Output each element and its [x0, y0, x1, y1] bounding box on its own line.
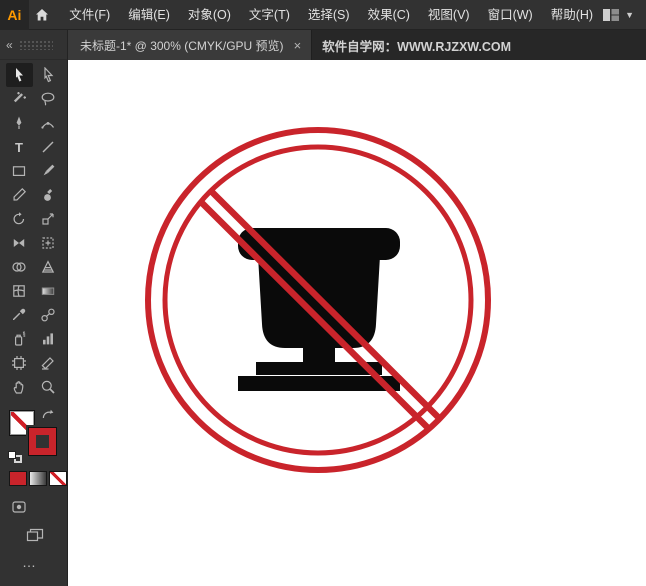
drawing-mode-button[interactable] — [9, 498, 29, 516]
fill-stroke-control — [8, 409, 59, 463]
rectangle-tool[interactable] — [6, 159, 33, 183]
paintbrush-tool[interactable] — [35, 159, 62, 183]
gradient-tool[interactable] — [35, 279, 62, 303]
rotate-tool[interactable] — [6, 207, 33, 231]
menu-effect[interactable]: 效果(C) — [359, 0, 419, 30]
column-graph-tool[interactable] — [35, 327, 62, 351]
home-icon — [34, 7, 50, 23]
menu-type[interactable]: 文字(T) — [240, 0, 299, 30]
eyedropper-tool[interactable] — [6, 303, 33, 327]
menu-select[interactable]: 选择(S) — [299, 0, 359, 30]
document-tab-bar: 未标题-1* @ 300% (CMYK/GPU 预览) × 软件自学网：WWW.… — [68, 30, 646, 60]
artwork-prohibition-sign — [68, 60, 646, 586]
pen-tool[interactable] — [6, 111, 33, 135]
workspace-layout-icon — [602, 8, 620, 22]
overlapping-windows-icon — [26, 528, 44, 542]
default-fill-stroke-icon[interactable] — [8, 451, 22, 463]
home-button[interactable] — [29, 0, 54, 30]
draw-normal-icon — [11, 500, 27, 514]
symbol-sprayer-tool[interactable] — [6, 327, 33, 351]
document-area: 未标题-1* @ 300% (CMYK/GPU 预览) × 软件自学网：WWW.… — [68, 30, 646, 586]
direct-selection-tool[interactable] — [35, 63, 62, 87]
mesh-tool[interactable] — [6, 279, 33, 303]
collapse-panel-button[interactable]: « — [6, 38, 13, 52]
default-fill-mini — [8, 451, 16, 459]
main-area: « — [0, 30, 646, 586]
scale-tool[interactable] — [35, 207, 62, 231]
none-button[interactable] — [49, 471, 67, 486]
menu-object[interactable]: 对象(O) — [179, 0, 240, 30]
lasso-tool[interactable] — [35, 87, 62, 111]
menu-bar: Ai 文件(F) 编辑(E) 对象(O) 文字(T) 选择(S) 效果(C) 视… — [0, 0, 646, 30]
color-mode-buttons — [9, 471, 67, 486]
tools-grid: T — [0, 60, 67, 399]
gradient-button[interactable] — [29, 471, 47, 486]
watermark-text: 软件自学网：WWW.RJZXW.COM — [312, 30, 511, 60]
zoom-tool[interactable] — [35, 375, 62, 399]
curvature-tool[interactable] — [35, 111, 62, 135]
screen-mode-button[interactable] — [25, 526, 45, 544]
document-tab-title: 未标题-1* @ 300% (CMYK/GPU 预览) — [80, 37, 284, 54]
pencil-tool[interactable] — [6, 183, 33, 207]
slice-tool[interactable] — [35, 351, 62, 375]
more-tools-button[interactable]: … — [22, 554, 67, 570]
swap-fill-stroke-icon[interactable] — [41, 409, 55, 421]
menu-view[interactable]: 视图(V) — [419, 0, 479, 30]
illustrator-window: Ai 文件(F) 编辑(E) 对象(O) 文字(T) 选择(S) 效果(C) 视… — [0, 0, 646, 586]
tools-panel: « — [0, 30, 68, 586]
color-button[interactable] — [9, 471, 27, 486]
selection-tool[interactable] — [6, 63, 33, 87]
menu-help[interactable]: 帮助(H) — [542, 0, 602, 30]
perspective-grid-tool[interactable] — [35, 255, 62, 279]
menu-file[interactable]: 文件(F) — [60, 0, 119, 30]
panel-drag-handle[interactable] — [19, 40, 53, 50]
canvas[interactable] — [68, 60, 646, 586]
stroke-swatch-red[interactable] — [29, 428, 56, 455]
shape-builder-tool[interactable] — [6, 255, 33, 279]
app-logo: Ai — [0, 0, 29, 30]
blob-brush-tool[interactable] — [35, 183, 62, 207]
mode-buttons — [9, 498, 67, 544]
menu-items: 文件(F) 编辑(E) 对象(O) 文字(T) 选择(S) 效果(C) 视图(V… — [60, 0, 602, 30]
hand-tool[interactable] — [6, 375, 33, 399]
menu-window[interactable]: 窗口(W) — [479, 0, 542, 30]
type-tool[interactable]: T — [6, 135, 33, 159]
line-segment-tool[interactable] — [35, 135, 62, 159]
podium-shape[interactable] — [238, 228, 400, 391]
artboard-tool[interactable] — [6, 351, 33, 375]
chevron-down-icon: ▼ — [625, 10, 634, 20]
tools-panel-header: « — [0, 30, 67, 60]
free-transform-tool[interactable] — [35, 231, 62, 255]
blend-tool[interactable] — [35, 303, 62, 327]
workspace-switcher[interactable]: ▼ — [602, 8, 634, 22]
width-tool[interactable] — [6, 231, 33, 255]
magic-wand-tool[interactable] — [6, 87, 33, 111]
menu-edit[interactable]: 编辑(E) — [119, 0, 179, 30]
document-tab[interactable]: 未标题-1* @ 300% (CMYK/GPU 预览) × — [68, 30, 312, 60]
tab-close-button[interactable]: × — [294, 39, 302, 52]
